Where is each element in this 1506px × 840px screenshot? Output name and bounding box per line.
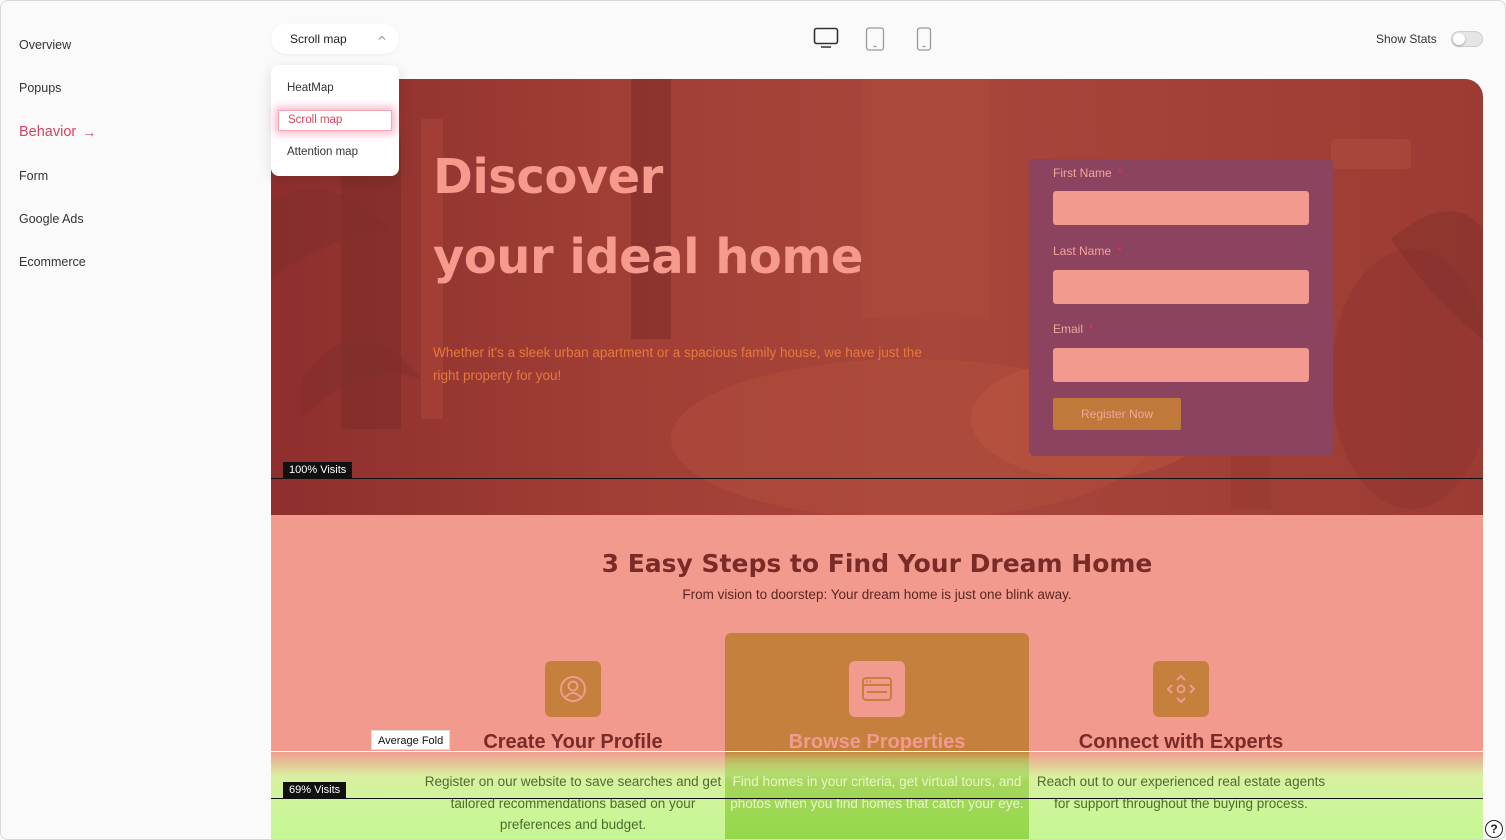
hero-title-line1: Discover	[433, 149, 663, 205]
visits-69-tag: 69% Visits	[283, 782, 347, 798]
map-mode-value: Scroll map	[290, 32, 347, 46]
steps-subtitle: From vision to doorstep: Your dream home…	[682, 587, 1072, 602]
required-mark: *	[1117, 166, 1123, 180]
user-circle-icon	[545, 661, 601, 717]
visits-100-tag: 100% Visits	[283, 462, 353, 478]
tablet-icon[interactable]	[865, 27, 885, 51]
chevron-up-icon	[378, 35, 386, 40]
average-fold-line	[271, 751, 1483, 752]
sidebar-item-label: Popups	[19, 81, 62, 95]
step-desc-browse-properties: Find homes in your criteria, get virtual…	[730, 774, 1024, 811]
average-fold-tag: Average Fold	[371, 730, 451, 750]
email-field[interactable]	[1053, 348, 1309, 382]
mobile-icon[interactable]	[916, 27, 932, 51]
sidebar-item-label: Behavior	[19, 124, 77, 140]
show-stats-label: Show Stats	[1376, 32, 1437, 46]
help-icon[interactable]: ?	[1485, 820, 1503, 838]
last-name-label-text: Last Name	[1053, 244, 1112, 258]
sidebar-item-form[interactable]: Form	[19, 169, 48, 183]
sidebar-item-label: Ecommerce	[19, 255, 86, 269]
first-name-field[interactable]	[1053, 191, 1309, 225]
show-stats-toggle[interactable]	[1451, 31, 1483, 47]
visits-100-line	[271, 478, 1483, 479]
hero-subtitle: Whether it's a sleek urban apartment or …	[433, 345, 922, 383]
scroll-map-canvas: Discover your ideal home Whether it's a …	[271, 79, 1483, 839]
sidebar-item-label: Overview	[19, 38, 72, 52]
move-arrows-icon	[1153, 661, 1209, 717]
sidebar-item-behavior[interactable]: Behavior →	[19, 124, 96, 140]
arrow-right-icon: →	[82, 124, 97, 140]
sidebar: Overview Popups Behavior → Form Google Ad…	[1, 1, 249, 839]
sidebar-item-label: Form	[19, 169, 49, 183]
email-label: Email *	[1053, 322, 1094, 336]
toggle-knob	[1453, 33, 1465, 45]
sidebar-item-popups[interactable]: Popups	[19, 81, 61, 95]
required-mark: *	[1089, 322, 1094, 336]
dropdown-option-attention-map[interactable]: Attention map	[287, 146, 358, 158]
last-name-field[interactable]	[1053, 270, 1309, 304]
sidebar-item-label: Google Ads	[19, 212, 84, 226]
desktop-icon[interactable]	[813, 27, 839, 49]
browser-window-icon	[849, 661, 905, 717]
last-name-label: Last Name *	[1053, 244, 1122, 258]
email-label-text: Email	[1053, 322, 1084, 336]
required-mark: *	[1117, 244, 1122, 258]
hero-title-line2: your ideal home	[433, 229, 863, 285]
dropdown-option-scroll-map[interactable]: Scroll map	[278, 110, 392, 131]
first-name-label: First Name *	[1053, 166, 1122, 180]
register-now-button[interactable]: Register Now	[1053, 398, 1181, 430]
app-window: Overview Popups Behavior → Form Google Ad…	[0, 0, 1506, 840]
dropdown-option-heatmap[interactable]: HeatMap	[287, 82, 334, 94]
hero-section: Discover your ideal home Whether it's a …	[271, 79, 1483, 515]
step-desc-connect-experts: Reach out to our experienced real estate…	[1036, 774, 1326, 811]
visits-69-line	[271, 798, 1483, 799]
map-mode-select[interactable]: Scroll map	[271, 24, 399, 54]
map-mode-dropdown: HeatMap Scroll map Attention map	[271, 65, 399, 176]
sidebar-item-google-ads[interactable]: Google Ads	[19, 212, 84, 226]
first-name-label-text: First Name	[1053, 166, 1112, 180]
steps-title: 3 Easy Steps to Find Your Dream Home	[601, 549, 1153, 578]
sidebar-item-overview[interactable]: Overview	[19, 38, 71, 52]
step-desc-create-profile: Register on our website to save searches…	[424, 774, 722, 832]
sidebar-item-ecommerce[interactable]: Ecommerce	[19, 255, 86, 269]
registration-form: First Name * Last Name * Email * Register N…	[1029, 159, 1333, 456]
